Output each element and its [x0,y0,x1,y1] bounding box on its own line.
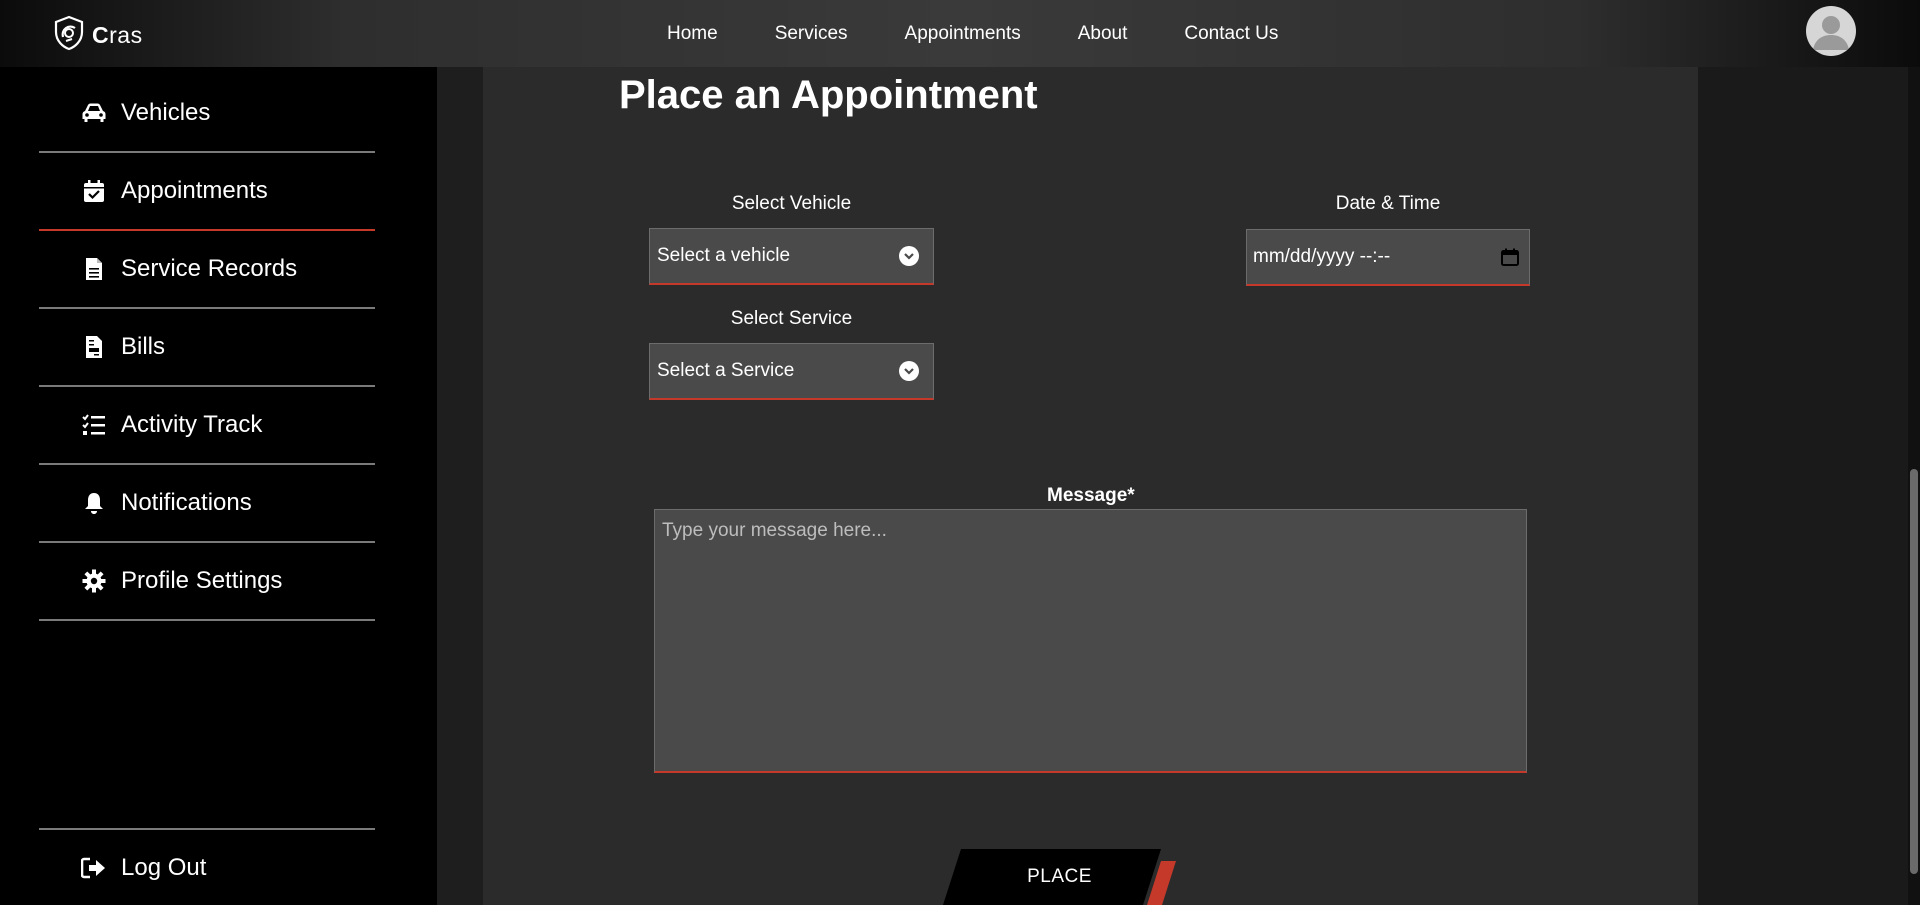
sidebar-item-label: Notifications [121,489,252,516]
user-avatar[interactable] [1806,6,1856,56]
document-icon [79,254,109,284]
sidebar-item-label: Activity Track [121,411,263,438]
sidebar-item-bills[interactable]: Bills [39,309,375,387]
vehicle-select[interactable]: Select a vehicle [649,228,934,285]
appointment-panel: Place an Appointment Select Vehicle Sele… [483,67,1698,905]
right-gutter [1698,67,1908,905]
sidebar-item-service-records[interactable]: Service Records [39,231,375,309]
nav-about[interactable]: About [1078,23,1128,45]
datetime-label: Date & Time [1335,193,1441,214]
message-textarea[interactable]: Type your message here... [654,509,1527,773]
sidebar-item-label: Profile Settings [121,567,283,594]
gear-icon [79,566,109,596]
page-title: Place an Appointment [619,73,1038,117]
sidebar-item-label: Appointments [121,177,268,204]
sidebar-divider [39,828,375,830]
nav-appointments[interactable]: Appointments [905,23,1021,45]
service-select[interactable]: Select a Service [649,343,934,400]
sidebar-item-label: Vehicles [121,99,211,126]
brand-logo[interactable]: Cras [52,15,143,56]
chevron-down-icon [899,246,919,266]
place-button-label: PLACE [1027,866,1092,887]
page-scrollbar[interactable] [1908,67,1920,905]
calendar-icon[interactable] [1501,248,1519,266]
message-label: Message* [1047,485,1135,506]
nav-home[interactable]: Home [667,23,718,45]
datetime-input[interactable]: mm/dd/yyyy --:-- [1246,229,1530,286]
scrollbar-thumb[interactable] [1910,469,1918,874]
logout-label: Log Out [121,854,207,881]
sidebar: Vehicles Appointments Service Records Bi… [0,67,437,905]
logout-button[interactable]: Log Out [39,846,206,890]
invoice-icon [79,332,109,362]
service-select-value: Select a Service [657,360,795,381]
logout-icon [79,853,109,883]
service-label: Select Service [730,308,853,329]
sidebar-item-notifications[interactable]: Notifications [39,465,375,543]
sidebar-item-activity-track[interactable]: Activity Track [39,387,375,465]
chevron-down-icon [899,361,919,381]
sidebar-item-label: Bills [121,333,166,360]
sidebar-item-label: Service Records [121,255,298,282]
calendar-check-icon [79,176,109,206]
left-gutter [437,67,483,905]
datetime-value: mm/dd/yyyy --:-- [1253,246,1391,267]
vehicle-label: Select Vehicle [731,193,852,214]
place-button[interactable]: PLACE [943,849,1176,905]
tasks-list-icon [79,410,109,440]
sidebar-item-appointments[interactable]: Appointments [39,153,375,231]
nav-services[interactable]: Services [775,23,848,45]
main-nav: Home Services Appointments About Contact… [667,0,1278,67]
sidebar-item-vehicles[interactable]: Vehicles [39,75,375,153]
nav-contact-us[interactable]: Contact Us [1184,23,1278,45]
top-navbar: Cras Home Services Appointments About Co… [0,0,1920,67]
cras-logo-icon [52,15,86,56]
bell-icon [79,488,109,518]
sidebar-item-profile-settings[interactable]: Profile Settings [39,543,375,621]
car-icon [79,98,109,128]
brand-name: Cras [92,22,143,48]
user-avatar-icon [1813,16,1849,50]
message-placeholder: Type your message here... [662,520,887,541]
vehicle-select-value: Select a vehicle [657,245,791,266]
